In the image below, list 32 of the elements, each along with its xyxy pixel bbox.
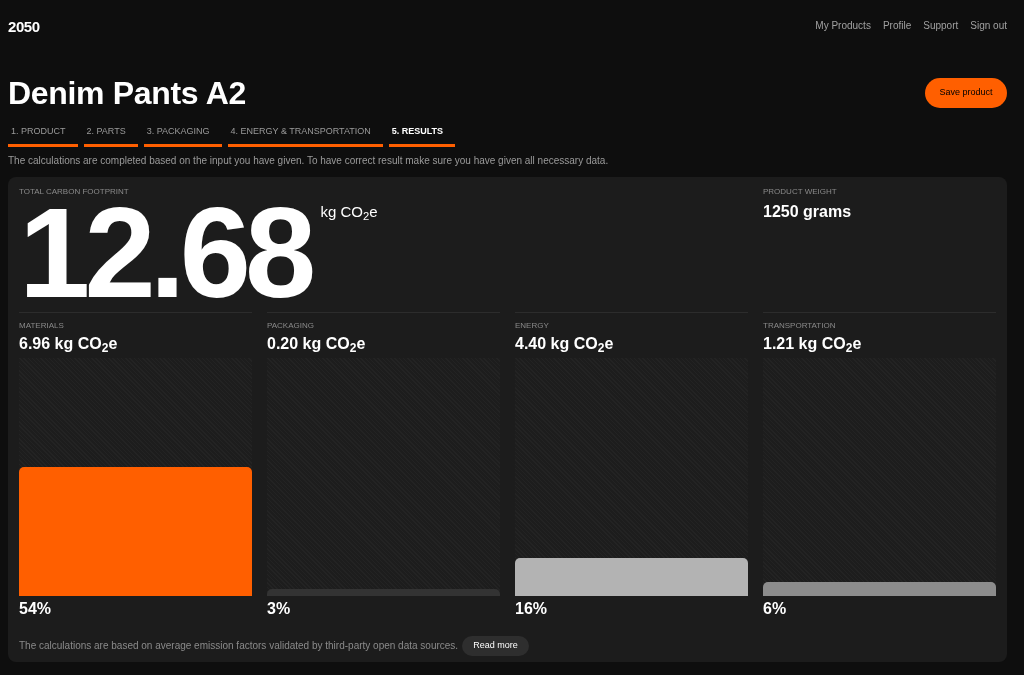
footnote-text: The calculations are based on average emission factors validated by third-party open data sources. (19, 640, 459, 651)
nav-link[interactable]: My Products (815, 21, 871, 31)
logo[interactable]: 2050 (8, 18, 40, 34)
section-label: TOTAL CARBON FOOTPRINT (19, 188, 130, 196)
category-label: ENERGY (515, 321, 550, 330)
nav-link[interactable]: Sign out (970, 21, 1007, 31)
step-tab[interactable]: 4. ENERGY & TRANSPORTATION (227, 127, 383, 147)
unit-label: kg CO$_{2}$e (320, 204, 378, 219)
nav-link[interactable]: Support (923, 21, 959, 31)
page-title: Denim Pants A2 (8, 76, 246, 109)
step-tab[interactable]: 5. RESULTS (388, 127, 456, 147)
percent-value: 3% (267, 600, 292, 617)
percent-value: 54% (19, 600, 53, 617)
emission-value: 0.20 kg CO$_{2}$e (267, 335, 367, 352)
total-value: 12.68 (19, 201, 311, 306)
weight-value: 1250 grams (763, 204, 853, 220)
emission-value: 4.40 kg CO$_{2}$e (515, 335, 615, 352)
step-tab[interactable]: 1. PRODUCT (8, 127, 78, 147)
emission-value: 1.21 kg CO$_{2}$e (763, 335, 863, 352)
percent-value: 6% (763, 600, 788, 617)
step-tab[interactable]: 2. PARTS (83, 127, 138, 147)
read-more-button[interactable]: Read more (462, 635, 529, 656)
category-label: TRANSPORTATION (763, 321, 837, 330)
nav-link[interactable]: Profile (882, 21, 912, 31)
emission-value: 6.96 kg CO$_{2}$e (19, 335, 119, 352)
category-label: MATERIALS (19, 321, 65, 330)
save-button[interactable]: Save product (925, 77, 1007, 108)
percent-value: 16% (515, 600, 549, 617)
section-label: PRODUCT WEIGHT (763, 188, 838, 196)
step-tab[interactable]: 3. PACKAGING (143, 127, 222, 147)
category-label: PACKAGING (267, 321, 315, 330)
notice-text: The calculations are completed based on the input you have given. To have correct result make sure you have given all necessary data. (8, 155, 610, 167)
